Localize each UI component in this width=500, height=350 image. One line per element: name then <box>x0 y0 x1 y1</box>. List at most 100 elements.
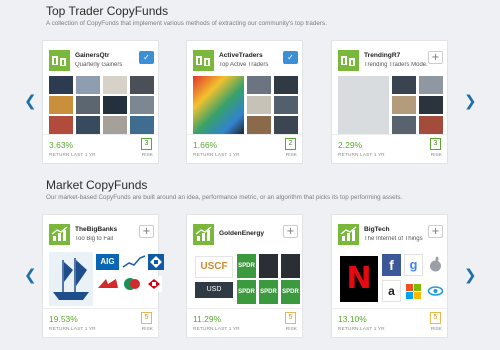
hsbc-logo-icon <box>146 276 162 292</box>
section-title-market: Market CopyFunds <box>46 178 148 192</box>
carousel-prev-market[interactable]: ❮ <box>24 266 37 284</box>
section-description-top-traders: A collection of CopyFunds that implement… <box>46 20 327 27</box>
card-subtitle: Quarterly Gainers <box>75 62 123 68</box>
risk-label: RISK <box>141 327 153 332</box>
copyfund-card-bigtech[interactable]: BigTech The Internet of Things + N f g a… <box>331 214 448 338</box>
return-value: 2.29% <box>338 140 363 150</box>
risk-label: RISK <box>285 153 297 158</box>
card-header: ActiveTraders Top Active Traders ✓ <box>193 50 298 72</box>
copyfund-card-goldenenergy[interactable]: GoldenEnergy + USCF USD SPDR SPDR SPDR S… <box>186 214 303 338</box>
avatar <box>392 116 416 134</box>
carousel-next-top-traders[interactable]: ❯ <box>464 92 477 110</box>
avatar <box>76 116 100 134</box>
card-name[interactable]: TheBigBanks <box>75 226 117 233</box>
card-footer: 2.29% RETURN LAST 1 YR 3 RISK <box>332 134 447 163</box>
copyfund-card-thebigbanks[interactable]: TheBigBanks Too Big to Fail + AIG 19.53%… <box>42 214 164 338</box>
avatar <box>392 76 416 94</box>
amazon-logo-icon: a <box>382 280 401 302</box>
return-label: RETURN LAST 1 YR <box>338 153 385 158</box>
trader-avatars <box>193 76 298 134</box>
add-button[interactable]: + <box>428 51 443 64</box>
avatar <box>419 76 443 94</box>
eye-logo-icon <box>426 280 445 302</box>
uscf-logo-icon: USCF <box>195 256 233 278</box>
spdr-logo-icon: SPDR <box>259 280 278 304</box>
facebook-logo-icon: f <box>382 254 401 276</box>
avatar <box>247 76 271 94</box>
avatar <box>338 76 389 134</box>
avatar <box>103 116 127 134</box>
aig-logo-icon: AIG <box>96 254 119 270</box>
apple-logo-icon <box>426 254 445 276</box>
avatar <box>130 76 154 94</box>
return-value: 1.66% <box>193 140 218 150</box>
add-button[interactable]: + <box>283 225 298 238</box>
return-value: 13.10% <box>338 314 367 324</box>
risk-label: RISK <box>141 153 153 158</box>
avatar <box>49 76 73 94</box>
card-footer: 11.29% RETURN LAST 1 YR 5 RISK <box>187 308 302 337</box>
risk-score: 3 <box>141 138 152 150</box>
return-label: RETURN LAST 1 YR <box>338 327 385 332</box>
avatar <box>193 76 244 134</box>
card-subtitle: Top Active Traders <box>219 62 269 68</box>
card-name[interactable]: ActiveTraders <box>219 52 263 59</box>
avatar <box>130 116 154 134</box>
return-label: RETURN LAST 1 YR <box>193 327 240 332</box>
spdr-logo-icon: SPDR <box>281 280 300 304</box>
card-header: TheBigBanks Too Big to Fail + <box>49 224 154 246</box>
risk-label: RISK <box>430 327 442 332</box>
return-label: RETURN LAST 1 YR <box>49 327 96 332</box>
avatar <box>274 116 298 134</box>
avatar <box>247 116 271 134</box>
microsoft-logo-icon <box>404 280 423 302</box>
copyfund-card-activetraders[interactable]: ActiveTraders Top Active Traders ✓ 1.66%… <box>186 40 303 164</box>
chart-icon <box>338 224 359 245</box>
risk-score: 5 <box>285 312 296 324</box>
avatar <box>419 116 443 134</box>
avatar <box>49 116 73 134</box>
add-button[interactable]: + <box>139 225 154 238</box>
risk-score: 5 <box>430 312 441 324</box>
card-header: GoldenEnergy + <box>193 224 298 246</box>
follow-checked-button[interactable]: ✓ <box>283 51 298 64</box>
chase-logo-icon <box>148 254 164 270</box>
card-name[interactable]: GainersQtr <box>75 52 109 59</box>
return-value: 11.29% <box>193 314 222 324</box>
ship-logo-icon <box>49 252 93 306</box>
avatar <box>49 96 73 114</box>
return-value: 19.53% <box>49 314 78 324</box>
risk-label: RISK <box>430 153 442 158</box>
risk-score: 3 <box>430 138 441 150</box>
card-name[interactable]: BigTech <box>364 226 390 233</box>
copyfund-card-gainersqtr[interactable]: GainersQtr Quarterly Gainers ✓ 3.63% RET… <box>42 40 159 164</box>
follow-checked-button[interactable]: ✓ <box>139 51 154 64</box>
credit-agricole-logo-icon <box>122 276 142 292</box>
card-name[interactable]: GoldenEnergy <box>219 230 264 237</box>
avatar <box>274 96 298 114</box>
avatar <box>247 96 271 114</box>
carousel-next-market[interactable]: ❯ <box>464 266 477 284</box>
copyfund-card-trendingr7[interactable]: TrendingR7 Trending Traders Mode... + 2.… <box>331 40 448 164</box>
avatar <box>130 96 154 114</box>
avatar <box>76 96 100 114</box>
card-footer: 19.53% RETURN LAST 1 YR 5 RISK <box>43 308 158 337</box>
usd-logo-icon: USD <box>195 282 233 298</box>
return-label: RETURN LAST 1 YR <box>193 153 240 158</box>
avatar <box>419 96 443 114</box>
card-name[interactable]: TrendingR7 <box>364 52 400 59</box>
trader-avatars <box>338 76 443 134</box>
card-subtitle: Trending Traders Mode... <box>364 62 428 68</box>
bank-logo-icon <box>96 276 120 292</box>
card-header: BigTech The Internet of Things + <box>338 224 443 246</box>
carousel-prev-top-traders[interactable]: ❮ <box>24 92 37 110</box>
etf-logo-icon <box>259 254 278 278</box>
add-button[interactable]: + <box>428 225 443 238</box>
spdr-logo-icon: SPDR <box>237 280 256 304</box>
people-icon <box>49 50 70 71</box>
card-footer: 13.10% RETURN LAST 1 YR 5 RISK <box>332 308 447 337</box>
etf-logo-icon <box>281 254 300 278</box>
chart-icon <box>49 224 70 245</box>
people-icon <box>338 50 359 71</box>
tech-logos: N f g a <box>338 250 445 308</box>
